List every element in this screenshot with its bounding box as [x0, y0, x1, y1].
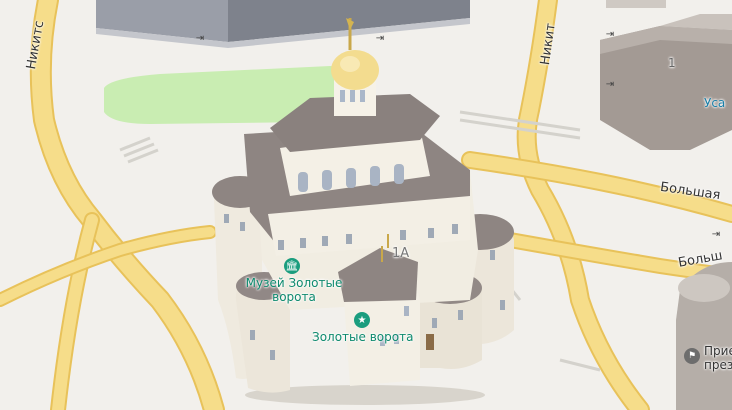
- entrance-icon: ⇥: [195, 33, 205, 44]
- poi-museum-line-2: ворота: [272, 290, 316, 304]
- poi-museum-label[interactable]: Музей Золотые ворота: [240, 276, 348, 304]
- house-number-main: 1А: [392, 246, 410, 261]
- flag-icon[interactable]: ⚑: [684, 348, 700, 364]
- entrance-icon: ⇥: [605, 29, 615, 40]
- house-number-right: 1: [668, 56, 676, 70]
- poi-right-top-label[interactable]: Уса: [704, 96, 725, 110]
- poi-right-bottom-line-2: през: [704, 358, 732, 372]
- building-right-bottom: [676, 262, 732, 410]
- entrance-icon: ⇥: [605, 79, 615, 90]
- poi-right-bottom-label[interactable]: Прие през: [704, 344, 732, 372]
- star-icon[interactable]: ★: [354, 312, 370, 328]
- poi-right-bottom-line-1: Прие: [704, 344, 732, 358]
- entrance-icon: ⇥: [711, 229, 721, 240]
- map-canvas[interactable]: [0, 0, 732, 410]
- museum-icon[interactable]: 🏛: [284, 258, 300, 274]
- entrance-icon: ⇥: [375, 33, 385, 44]
- poi-museum-line-1: Музей Золотые: [245, 276, 343, 290]
- poi-gate-label[interactable]: Золотые ворота: [312, 330, 413, 344]
